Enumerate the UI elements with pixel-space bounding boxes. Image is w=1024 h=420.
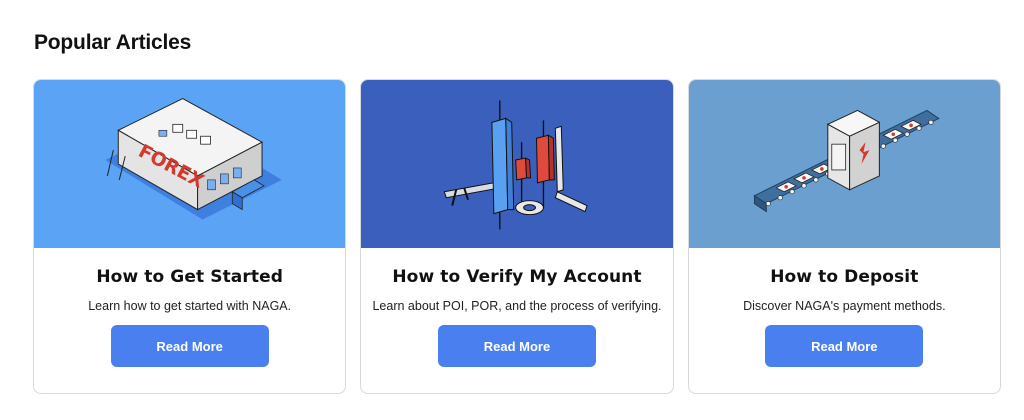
card-title: How to Verify My Account	[392, 267, 642, 287]
read-more-button[interactable]: Read More	[437, 325, 596, 367]
card-description: Learn how to get started with NAGA.	[88, 299, 292, 313]
card-description: Discover NAGA's payment methods.	[743, 299, 946, 313]
articles-grid: FOREX How to Get Started Learn how to ge…	[33, 79, 1001, 394]
candlestick-ruler-illustration	[361, 80, 673, 248]
payment-conveyor-illustration	[688, 80, 1000, 248]
article-card-get-started[interactable]: FOREX How to Get Started Learn how to ge…	[33, 79, 347, 394]
article-card-verify-account[interactable]: How to Verify My Account Learn about POI…	[360, 79, 674, 394]
card-title: How to Deposit	[770, 267, 919, 287]
read-more-button[interactable]: Read More	[765, 325, 924, 367]
forex-building-illustration: FOREX	[34, 80, 346, 248]
section-title: Popular Articles	[34, 31, 192, 54]
card-description: Learn about POI, POR, and the process of…	[372, 299, 662, 313]
article-card-deposit[interactable]: How to Deposit Discover NAGA's payment m…	[687, 79, 1001, 394]
card-title: How to Get Started	[96, 267, 283, 287]
read-more-button[interactable]: Read More	[110, 325, 269, 367]
